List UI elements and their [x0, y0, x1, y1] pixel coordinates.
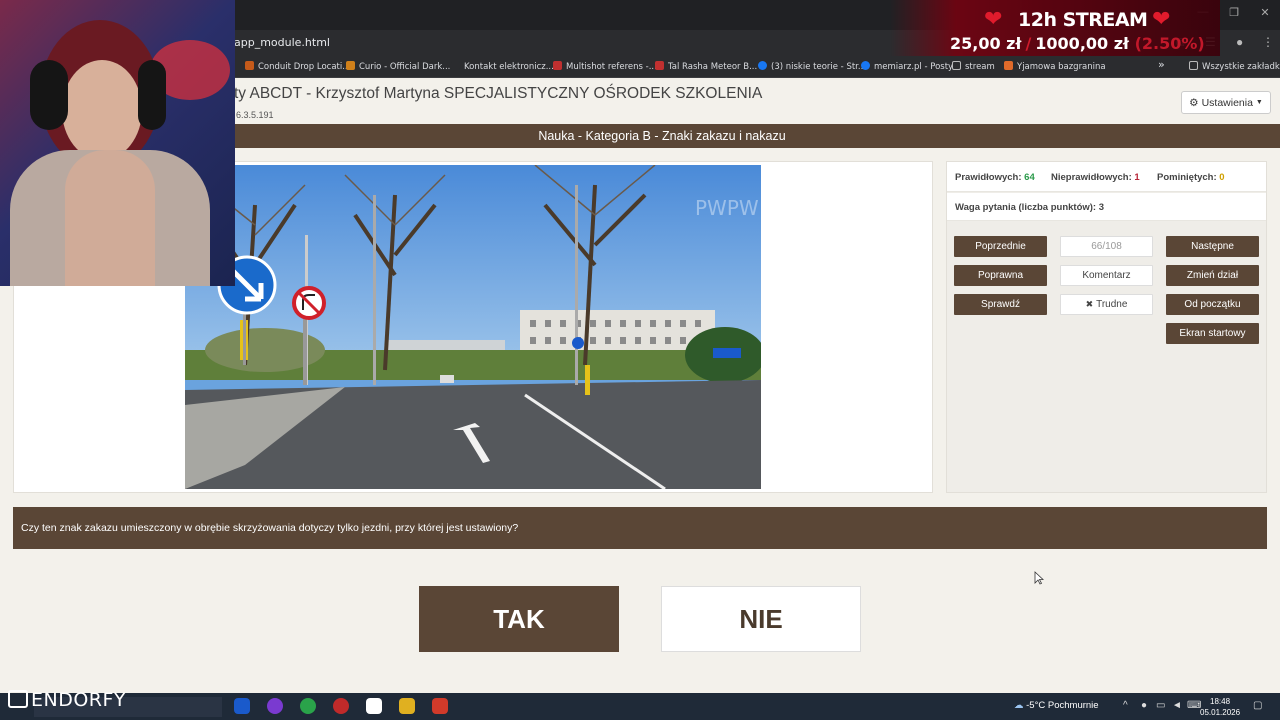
bookmark[interactable]: Curio - Official Dark... [346, 61, 450, 72]
tray-chevron-icon[interactable]: ^ [1123, 700, 1128, 711]
question-image: PWPW [185, 165, 761, 489]
bookmark-folder[interactable]: stream [952, 61, 995, 72]
volume-icon[interactable]: ◄ [1172, 700, 1182, 711]
question-weight: Waga pytania (liczba punktów): 3 [947, 193, 1266, 221]
from-start-button[interactable]: Od początku [1166, 294, 1259, 315]
correct-stat: Prawidłowych: 64 [955, 172, 1035, 183]
category-bar: Nauka - Kategoria B - Znaki zakazu i nak… [234, 124, 1280, 148]
taskbar-clock[interactable]: 18:48 05.01.2026 [1200, 696, 1240, 718]
stream-title: 12h STREAM [1018, 9, 1148, 31]
webcam-overlay [0, 0, 235, 286]
gears-icon: ⚙ [1189, 96, 1199, 109]
chrome-icon[interactable] [300, 698, 316, 714]
all-bookmarks-folder[interactable]: Wszystkie zakładki [1189, 61, 1280, 72]
microphone-icon[interactable]: ● [1141, 700, 1147, 711]
bookmark-favicon-icon [1004, 61, 1013, 70]
show-correct-button[interactable]: Poprawna [954, 265, 1047, 286]
comment-button[interactable]: Komentarz [1060, 265, 1153, 286]
bookmark[interactable]: Kontakt elektronicz... [451, 61, 554, 72]
facebook-icon [758, 61, 767, 70]
image-watermark: PWPW [695, 196, 759, 220]
heart-icon: ❤ [1152, 6, 1171, 31]
folder-icon[interactable] [399, 698, 415, 714]
webcam-skin [65, 150, 155, 286]
next-button[interactable]: Następne [1166, 236, 1259, 257]
facebook-icon [861, 61, 870, 70]
bookmark-favicon-icon [451, 61, 460, 70]
headset-icon [30, 60, 68, 130]
notifications-icon[interactable]: ▢ [1253, 700, 1262, 711]
taskbar-app-icon[interactable] [366, 698, 382, 714]
cloud-icon: ☁ [1014, 700, 1024, 711]
taskbar-app-icon[interactable] [234, 698, 250, 714]
bookmark-favicon-icon [346, 61, 355, 70]
bookmark-favicon-icon [655, 61, 664, 70]
skipped-stat: Pominiętych: 0 [1157, 172, 1225, 183]
mouse-cursor-icon [1034, 571, 1044, 585]
wrong-stat: Nieprawidłowych: 1 [1051, 172, 1140, 183]
endorfy-logo: ENDORFY [8, 689, 126, 711]
difficult-button[interactable]: ✖ Trudne [1060, 294, 1153, 315]
bookmark[interactable]: (3) niskie teorie - Str... [758, 61, 866, 72]
version-label: 6.3.5.191 [236, 110, 274, 120]
bookmark[interactable]: Conduit Drop Locati... [245, 61, 350, 72]
close-icon[interactable]: ✕ [1255, 6, 1275, 19]
bookmarks-more-icon[interactable]: » [1158, 58, 1165, 71]
answer-yes-button[interactable]: TAK [419, 586, 619, 652]
bookmark[interactable]: Yjamowa bazgranina [1004, 61, 1106, 72]
page-title: ty ABCDT - Krzysztof Martyna SPECJALISTY… [234, 85, 763, 102]
network-icon[interactable]: ▭ [1156, 700, 1165, 711]
donation-goal: 25,00 zł/1000,00 zł (2.50%) [950, 34, 1205, 53]
taskbar-app-icon[interactable] [267, 698, 283, 714]
bookmark-favicon-icon [245, 61, 254, 70]
stats-row: Prawidłowych: 64 Nieprawidłowych: 1 Pomi… [947, 162, 1266, 192]
settings-button[interactable]: ⚙ Ustawienia ▼ [1181, 91, 1271, 114]
folder-icon [952, 61, 961, 70]
check-button[interactable]: Sprawdź [954, 294, 1047, 315]
question-counter: 66/108 [1060, 236, 1153, 257]
more-icon[interactable]: ⋮ [1262, 35, 1274, 49]
answer-no-button[interactable]: NIE [661, 586, 861, 652]
url-text[interactable]: app_module.html [234, 36, 330, 49]
webcam-face [62, 60, 142, 160]
weather-widget[interactable]: ☁ -5°C Pochmurnie [1014, 700, 1099, 711]
taskbar-app-icon[interactable] [432, 698, 448, 714]
bookmark[interactable]: memiarz.pl - Posty [861, 61, 953, 72]
headset-icon [138, 60, 166, 130]
category-title: Nauka - Kategoria B - Znaki zakazu i nak… [538, 129, 786, 143]
start-screen-button[interactable]: Ekran startowy [1166, 323, 1259, 344]
taskbar-app-icon[interactable] [333, 698, 349, 714]
caret-down-icon: ▼ [1255, 99, 1263, 106]
close-icon: ✖ [1085, 299, 1094, 309]
bookmark[interactable]: Tal Rasha Meteor B... [655, 61, 757, 72]
restore-icon[interactable]: ❐ [1224, 6, 1244, 19]
previous-button[interactable]: Poprzednie [954, 236, 1047, 257]
question-text: Czy ten znak zakazu umieszczony w obrębi… [13, 507, 1267, 549]
heart-icon: ❤ [984, 6, 1003, 31]
profile-icon[interactable]: ● [1236, 35, 1243, 49]
folder-icon [1189, 61, 1198, 70]
bookmark-favicon-icon [553, 61, 562, 70]
bookmark[interactable]: Multishot referens -... [553, 61, 657, 72]
change-section-button[interactable]: Zmień dział [1166, 265, 1259, 286]
